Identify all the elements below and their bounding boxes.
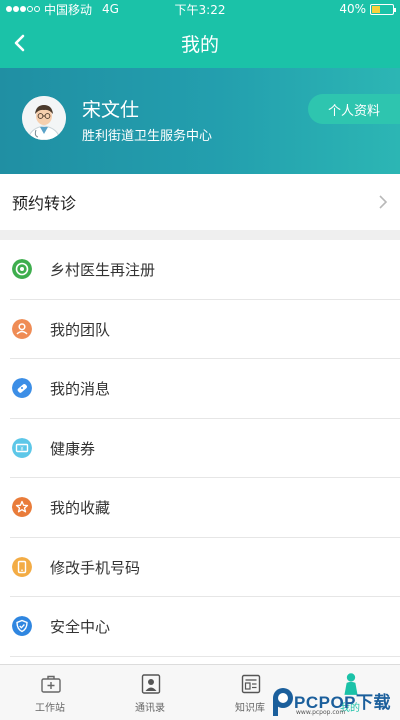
page-title: 我的 [180, 33, 219, 56]
chevron-right-icon [379, 195, 388, 209]
menu-item-my-team[interactable]: 我的团队 [0, 300, 400, 360]
menu-item-label: 我的消息 [50, 380, 111, 399]
tab-contacts[interactable]: 通讯录 [100, 665, 200, 720]
appointment-referral-row[interactable]: 预约转诊 [0, 174, 400, 230]
doctor-avatar-icon[interactable] [22, 96, 66, 140]
pcpop-watermark: PCPOP下载 www.pcpop.com [270, 684, 400, 720]
network-label: 4G [102, 2, 119, 16]
tab-workstation[interactable]: 工作站 [0, 665, 100, 720]
menu-item-label: 安全中心 [50, 618, 111, 637]
menu-item-label: 乡村医生再注册 [50, 261, 156, 280]
tab-label: 通讯录 [135, 703, 165, 714]
phone-icon [12, 556, 32, 577]
menu-item-label: 健康券 [50, 439, 96, 458]
medical-kit-icon [41, 675, 61, 693]
message-icon [12, 378, 32, 398]
menu-item-security-center[interactable]: 安全中心 [0, 597, 400, 657]
menu-item-change-phone[interactable]: 修改手机号码 [0, 538, 400, 598]
menu-item-my-messages[interactable]: 我的消息 [0, 359, 400, 419]
user-name: 宋文仕 [82, 99, 140, 121]
menu-item-my-favorites[interactable]: 我的收藏 [0, 478, 400, 538]
menu-item-label: 我的收藏 [50, 499, 111, 518]
personal-profile-button[interactable]: 个人资料 [308, 94, 400, 124]
menu-item-health-voucher[interactable]: ¥ 健康券 [0, 419, 400, 479]
referral-label: 预约转诊 [12, 194, 77, 213]
user-organization: 胜利街道卫生服务中心 [82, 129, 213, 144]
tab-label: 工作站 [35, 703, 65, 714]
svg-text:¥: ¥ [20, 446, 23, 452]
target-icon [12, 259, 32, 279]
carrier-label: 中国移动 [44, 2, 93, 17]
section-divider [0, 230, 400, 240]
menu-item-label: 修改手机号码 [50, 558, 141, 577]
menu-list: 乡村医生再注册 我的团队 我的消息 ¥ 健康券 我的收藏 修改手机号码 安全中心 [0, 240, 400, 657]
pcpop-logo-icon [273, 688, 293, 716]
ticket-icon: ¥ [12, 437, 32, 458]
watermark-subtext: www.pcpop.com [296, 709, 346, 716]
status-bar: 中国移动 4G 下午3:22 40% [0, 0, 400, 18]
contacts-icon [141, 674, 161, 694]
signal-strength-icon [6, 6, 40, 12]
profile-header: 宋文仕 胜利街道卫生服务中心 个人资料 [0, 68, 400, 174]
star-icon [12, 497, 32, 517]
user-icon [12, 318, 32, 339]
document-icon [241, 674, 261, 694]
menu-item-village-doctor-reregister[interactable]: 乡村医生再注册 [0, 240, 400, 300]
navigation-bar: 我的 [0, 18, 400, 68]
battery-icon [370, 3, 396, 15]
chevron-left-icon[interactable] [8, 30, 34, 56]
battery-percent: 40% [339, 2, 366, 16]
menu-item-label: 我的团队 [50, 320, 111, 339]
shield-icon [12, 616, 32, 636]
